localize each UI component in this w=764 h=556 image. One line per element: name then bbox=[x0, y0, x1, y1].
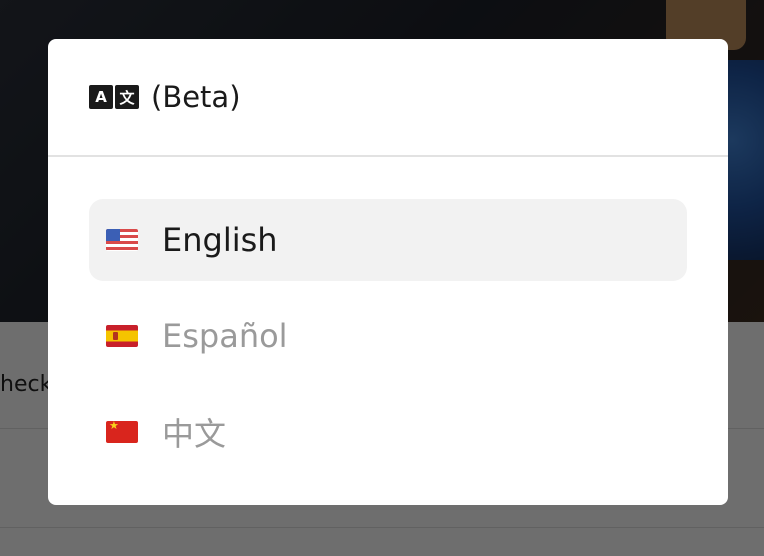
language-list: English Español 中文 bbox=[48, 157, 728, 473]
language-option-chinese[interactable]: 中文 bbox=[89, 391, 687, 473]
modal-title: (Beta) bbox=[151, 80, 241, 114]
us-flag-icon bbox=[106, 229, 138, 251]
spain-flag-icon bbox=[106, 325, 138, 347]
china-flag-icon bbox=[106, 421, 138, 443]
modal-header: A 文 (Beta) bbox=[48, 39, 728, 157]
language-label: 中文 bbox=[162, 415, 227, 453]
screen: heck A 文 (Beta) English Español 中文 bbox=[0, 0, 764, 556]
language-label: English bbox=[162, 221, 278, 259]
translate-icon-glyph: A bbox=[89, 85, 113, 109]
language-modal: A 文 (Beta) English Español 中文 bbox=[48, 39, 728, 505]
language-option-spanish[interactable]: Español bbox=[89, 295, 687, 377]
language-label: Español bbox=[162, 317, 288, 355]
language-option-english[interactable]: English bbox=[89, 199, 687, 281]
translate-icon-glyph: 文 bbox=[115, 85, 139, 109]
translate-icon: A 文 bbox=[89, 85, 139, 109]
